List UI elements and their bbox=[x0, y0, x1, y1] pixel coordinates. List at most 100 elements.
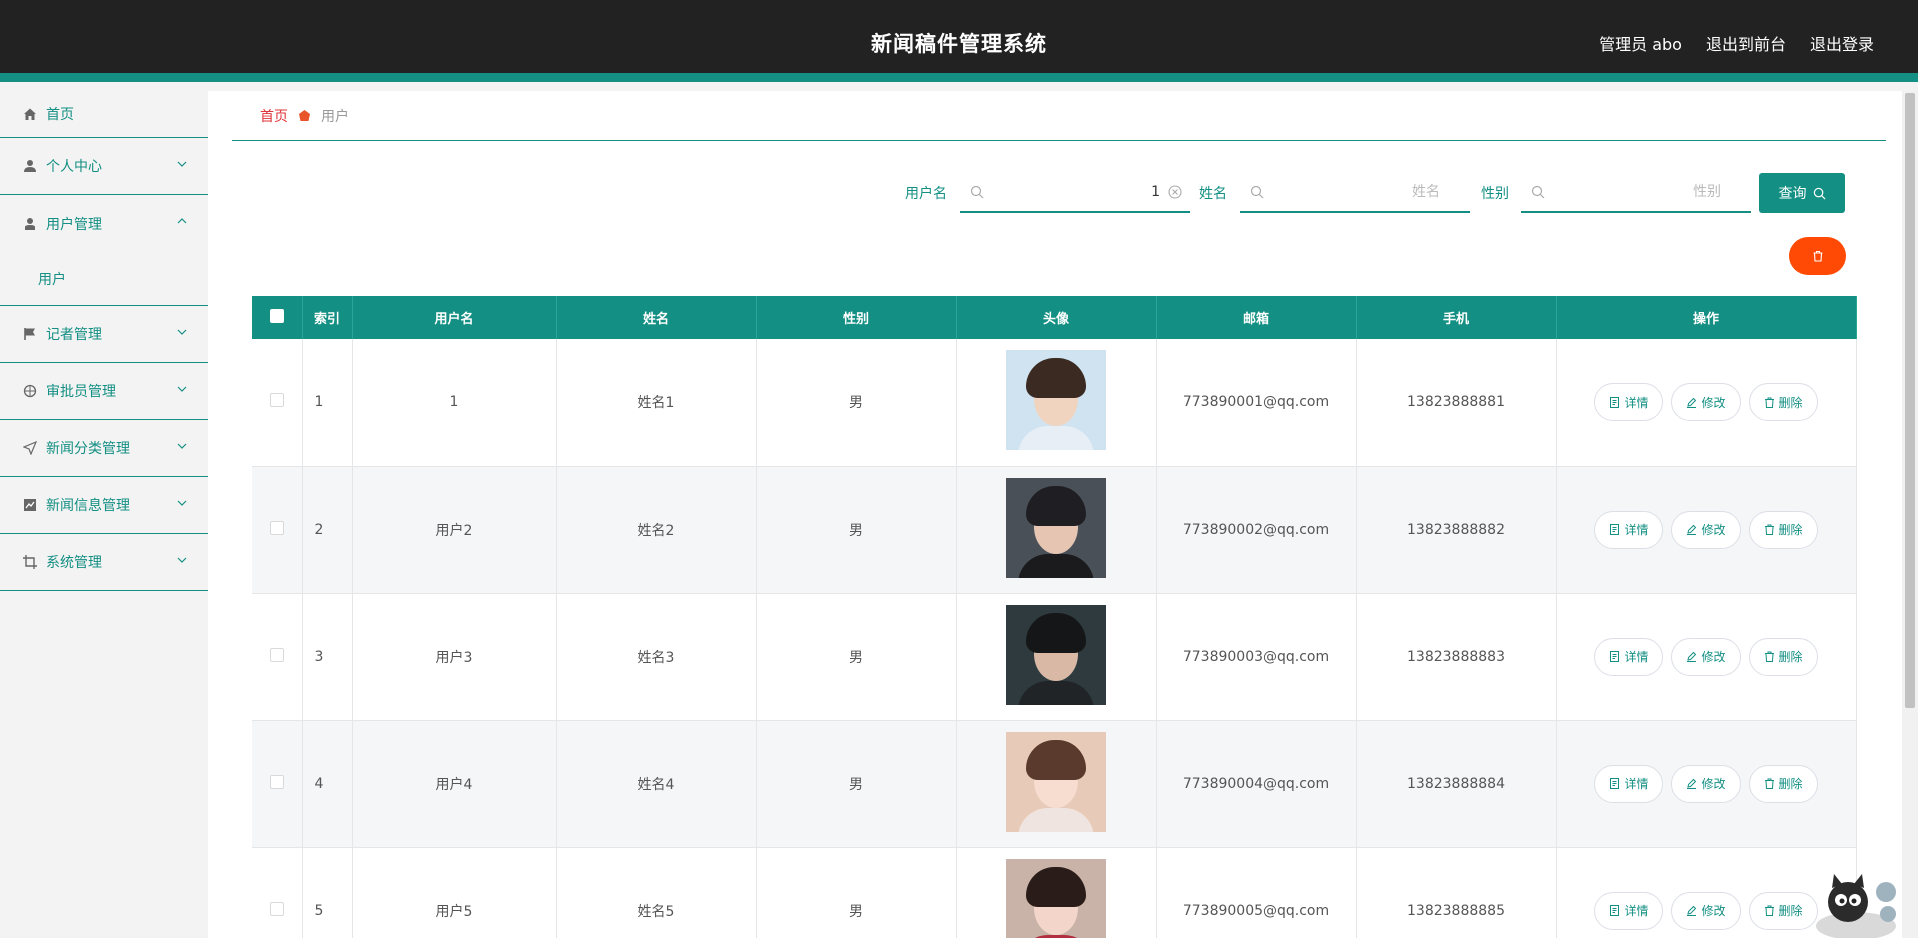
sidebar-subitem-user[interactable]: 用户 bbox=[0, 252, 208, 306]
edit-button[interactable]: 修改 bbox=[1671, 891, 1741, 930]
sidebar-item-personal-center[interactable]: 个人中心 bbox=[0, 138, 208, 195]
pencil-icon bbox=[1687, 651, 1697, 662]
gender-cell: 男 bbox=[756, 466, 957, 594]
row-checkbox[interactable] bbox=[269, 520, 284, 535]
sidebar-item-system-management[interactable]: 系统管理 bbox=[0, 534, 208, 591]
breadcrumb-current: 用户 bbox=[321, 108, 349, 125]
avatar bbox=[1006, 858, 1106, 938]
row-select-cell bbox=[252, 466, 303, 594]
detail-button[interactable]: 详情 bbox=[1594, 510, 1664, 549]
avatar-cell bbox=[956, 720, 1157, 848]
delete-button[interactable]: 删除 bbox=[1748, 510, 1818, 549]
exit-to-front-link[interactable]: 退出到前台 bbox=[1706, 31, 1786, 55]
search-icon bbox=[1813, 187, 1825, 199]
chevron-down-icon bbox=[177, 500, 187, 506]
email-cell: 773890001@qq.com bbox=[1156, 339, 1357, 467]
delete-button-label: 删除 bbox=[1778, 904, 1803, 918]
person-icon bbox=[22, 158, 38, 174]
batch-delete-button[interactable] bbox=[1789, 237, 1846, 275]
avatar-cell bbox=[956, 466, 1157, 594]
actions-cell: 详情 修改 删除 bbox=[1556, 720, 1857, 848]
breadcrumb-home[interactable]: 首页 bbox=[260, 106, 288, 126]
avatar-cell bbox=[956, 593, 1157, 721]
gender-cell: 男 bbox=[756, 593, 957, 721]
sidebar-item-user-management[interactable]: 用户管理 bbox=[0, 195, 208, 252]
detail-button-label: 详情 bbox=[1624, 395, 1649, 410]
email-cell: 773890004@qq.com bbox=[1156, 720, 1357, 848]
admin-label: 管理员 abo bbox=[1599, 35, 1682, 54]
delete-button[interactable]: 删除 bbox=[1748, 764, 1818, 803]
avatar bbox=[1006, 350, 1106, 451]
edit-button[interactable]: 修改 bbox=[1671, 510, 1741, 549]
gender-cell: 男 bbox=[756, 720, 957, 848]
username-cell: 1 bbox=[352, 339, 557, 467]
edit-button[interactable]: 修改 bbox=[1671, 637, 1741, 676]
pencil-icon bbox=[1687, 905, 1697, 916]
avatar bbox=[1006, 604, 1106, 705]
edit-button[interactable]: 修改 bbox=[1671, 383, 1741, 422]
sidebar-item-reporter-management[interactable]: 记者管理 bbox=[0, 306, 208, 363]
name-cell: 姓名2 bbox=[556, 466, 757, 594]
delete-button-label: 删除 bbox=[1778, 650, 1803, 664]
column-header: 用户名 bbox=[352, 296, 557, 339]
search-icon bbox=[1250, 185, 1264, 199]
delete-button-label: 删除 bbox=[1778, 523, 1803, 537]
edit-button-label: 修改 bbox=[1701, 395, 1726, 410]
select-all-cell bbox=[252, 296, 303, 339]
name-cell: 姓名4 bbox=[556, 720, 757, 848]
table-row: 3 用户3 姓名3 男 773890003@qq.com 13823888883… bbox=[252, 593, 1857, 721]
name-input[interactable] bbox=[1274, 181, 1440, 203]
query-button[interactable]: 查询 bbox=[1759, 173, 1845, 213]
username-input[interactable] bbox=[994, 181, 1160, 203]
detail-button[interactable]: 详情 bbox=[1594, 383, 1664, 422]
index-cell: 4 bbox=[302, 720, 353, 848]
select-all-checkbox[interactable] bbox=[269, 308, 284, 323]
row-checkbox[interactable] bbox=[269, 647, 284, 662]
sidebar-item-news-category[interactable]: 新闻分类管理 bbox=[0, 420, 208, 477]
detail-button[interactable]: 详情 bbox=[1594, 764, 1664, 803]
sidebar-subitem-label: 用户 bbox=[38, 271, 66, 288]
gender-label: 性别 bbox=[1481, 186, 1509, 202]
delete-button[interactable]: 删除 bbox=[1748, 383, 1818, 422]
sidebar-item-label: 新闻分类管理 bbox=[46, 441, 130, 457]
sidebar-item-label: 个人中心 bbox=[46, 159, 102, 175]
edit-button-label: 修改 bbox=[1701, 523, 1726, 537]
trash-icon bbox=[1764, 524, 1774, 535]
vertical-scrollbar[interactable] bbox=[1902, 91, 1918, 938]
sidebar-item-label: 首页 bbox=[46, 107, 74, 123]
delete-button-label: 删除 bbox=[1778, 777, 1803, 791]
detail-button-label: 详情 bbox=[1624, 904, 1649, 918]
delete-button-label: 删除 bbox=[1778, 395, 1803, 410]
sidebar-item-news-info[interactable]: 新闻信息管理 bbox=[0, 477, 208, 534]
email-cell: 773890002@qq.com bbox=[1156, 466, 1357, 594]
row-checkbox[interactable] bbox=[269, 393, 284, 408]
username-cell: 用户4 bbox=[352, 720, 557, 848]
detail-button[interactable]: 详情 bbox=[1594, 637, 1664, 676]
pencil-icon bbox=[1687, 397, 1697, 408]
row-select-cell bbox=[252, 339, 303, 467]
scrollbar-thumb[interactable] bbox=[1905, 93, 1915, 708]
column-header: 操作 bbox=[1556, 296, 1857, 339]
clear-icon[interactable] bbox=[1168, 185, 1182, 199]
detail-button[interactable]: 详情 bbox=[1594, 891, 1664, 930]
sidebar-item-home[interactable]: 首页 bbox=[0, 91, 208, 138]
sidebar-item-approver-management[interactable]: 审批员管理 bbox=[0, 363, 208, 420]
row-checkbox[interactable] bbox=[269, 774, 284, 789]
crop-icon bbox=[22, 554, 38, 570]
search-icon bbox=[970, 185, 984, 199]
detail-button-label: 详情 bbox=[1624, 650, 1649, 664]
column-header: 手机 bbox=[1356, 296, 1557, 339]
detail-button-label: 详情 bbox=[1624, 523, 1649, 537]
row-checkbox[interactable] bbox=[269, 901, 284, 916]
gender-input[interactable] bbox=[1555, 181, 1721, 203]
chart-icon bbox=[22, 497, 38, 513]
document-icon bbox=[1610, 524, 1620, 535]
column-header: 头像 bbox=[956, 296, 1157, 339]
sidebar-item-label: 用户管理 bbox=[46, 216, 102, 233]
chevron-down-icon bbox=[177, 443, 187, 449]
logout-link[interactable]: 退出登录 bbox=[1810, 31, 1874, 55]
document-icon bbox=[1610, 651, 1620, 662]
breadcrumb: 首页 用户 bbox=[232, 91, 1886, 141]
edit-button[interactable]: 修改 bbox=[1671, 764, 1741, 803]
delete-button[interactable]: 删除 bbox=[1748, 637, 1818, 676]
